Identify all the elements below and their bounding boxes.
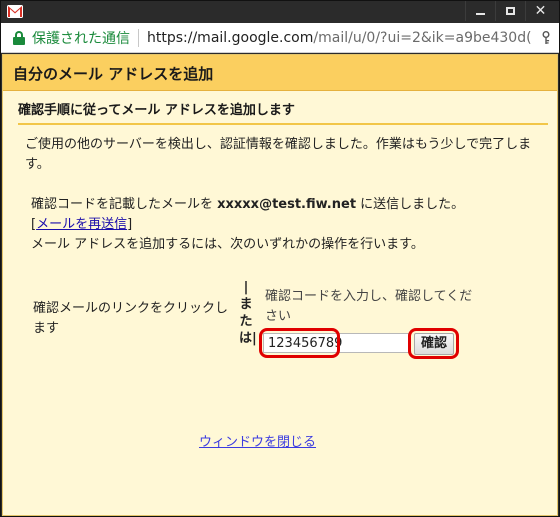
close-window-link[interactable]: ウィンドウを閉じる bbox=[199, 431, 316, 450]
button-highlight-box bbox=[408, 328, 459, 359]
or-divider-text: |または| bbox=[239, 280, 257, 346]
dialog-body: 確認手順に従ってメール アドレスを追加します ご使用の他のサーバーを検出し、認証… bbox=[3, 91, 557, 515]
option-enter-code: 確認コードを入力し、確認してください bbox=[265, 289, 473, 324]
resend-line: [メールを再送信] bbox=[31, 215, 132, 235]
minimize-icon bbox=[476, 13, 485, 15]
secure-label: 保護された通信 bbox=[32, 30, 130, 47]
url-text[interactable]: https://mail.google.com/mail/u/0/?ui=2&i… bbox=[147, 30, 535, 46]
browser-window: ✕ 保護された通信 https://mail.google.com/mail/u… bbox=[0, 0, 560, 517]
url-host: https://mail.google.com bbox=[147, 29, 314, 46]
or-divider: |または| bbox=[237, 279, 257, 347]
close-window-button[interactable]: ✕ bbox=[525, 1, 555, 21]
input-highlight-box bbox=[259, 328, 340, 358]
resend-email-link[interactable]: メールを再送信 bbox=[36, 217, 127, 232]
gmail-icon bbox=[7, 5, 23, 18]
sent-prefix: 確認コードを記載したメールを bbox=[31, 197, 218, 212]
address-divider bbox=[138, 28, 139, 47]
title-bar: ✕ bbox=[1, 1, 559, 23]
sent-suffix: に送信しました。 bbox=[356, 197, 465, 212]
maximize-button[interactable] bbox=[495, 1, 525, 21]
url-path: /mail/u/0/?ui=2&ik=a9be430d( bbox=[313, 29, 532, 46]
close-icon: ✕ bbox=[534, 3, 547, 19]
key-icon[interactable] bbox=[541, 31, 551, 45]
window-controls: ✕ bbox=[465, 1, 555, 21]
maximize-icon bbox=[506, 7, 515, 15]
resend-bracket-close: ] bbox=[127, 217, 133, 232]
address-bar[interactable]: 保護された通信 https://mail.google.com/mail/u/0… bbox=[1, 23, 559, 53]
minimize-button[interactable] bbox=[465, 1, 495, 21]
dialog-subtitle: 確認手順に従ってメール アドレスを追加します bbox=[18, 91, 548, 125]
dialog-title: 自分のメール アドレスを追加 bbox=[3, 55, 557, 91]
email-address: xxxxx@test.fiw.net bbox=[217, 197, 357, 212]
instruction-text: メール アドレスを追加するには、次のいずれかの操作を行います。 bbox=[31, 237, 424, 252]
sent-message: 確認コードを記載したメールを xxxxx@test.fiw.net に送信しまし… bbox=[31, 195, 551, 215]
lock-icon bbox=[13, 30, 25, 45]
option-click-link: 確認メールのリンクをクリックします bbox=[33, 301, 229, 336]
intro-text: ご使用の他のサーバーを検出し、認証情報を確認しました。作業はもう少しで完了します… bbox=[25, 137, 532, 172]
dialog-page: 自分のメール アドレスを追加 確認手順に従ってメール アドレスを追加します ご使… bbox=[2, 54, 558, 516]
